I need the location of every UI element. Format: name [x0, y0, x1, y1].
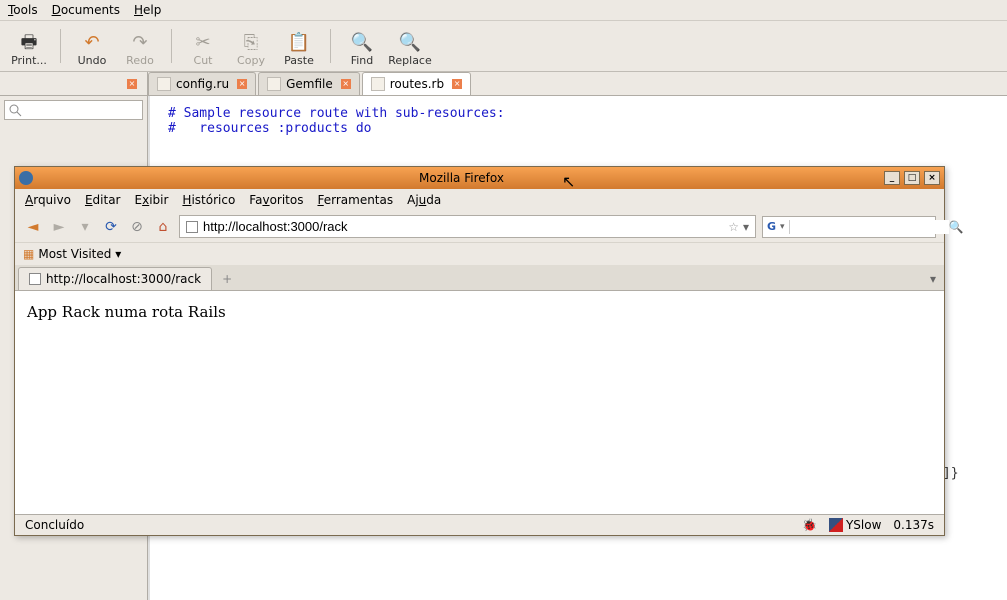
- file-icon: [267, 77, 281, 91]
- tab-gemfile[interactable]: Gemfile ×: [258, 72, 360, 95]
- file-tabs: config.ru × Gemfile × routes.rb ×: [148, 72, 1007, 96]
- find-icon: 🔍: [351, 34, 373, 52]
- bookmark-star-icon[interactable]: ☆: [728, 220, 739, 234]
- file-icon: [157, 77, 171, 91]
- firefox-icon: [19, 171, 33, 185]
- tabs-dropdown-icon[interactable]: ▾: [930, 272, 936, 286]
- paste-button[interactable]: 📋 Paste: [276, 25, 322, 67]
- menu-help[interactable]: Help: [134, 3, 161, 17]
- page-content: App Rack numa rota Rails: [15, 291, 944, 514]
- editor-toolbar: 🖶 Print... ↶ Undo ↷ Redo ✂ Cut ⎘ Copy 📋 …: [0, 21, 1007, 72]
- search-input[interactable]: [789, 220, 949, 234]
- url-bar[interactable]: ☆ ▾: [179, 215, 756, 238]
- close-button[interactable]: ×: [924, 171, 940, 185]
- maximize-button[interactable]: □: [904, 171, 920, 185]
- page-icon: [29, 273, 41, 285]
- replace-button[interactable]: 🔍 Replace: [387, 25, 433, 67]
- editor-menubar: Tools Documents Help: [0, 0, 1007, 21]
- menu-ferramentas[interactable]: Ferramentas: [317, 193, 393, 207]
- firefox-toolbar: ◄ ► ▾ ⟳ ⊘ ⌂ ☆ ▾ G ▾ 🔍: [15, 211, 944, 242]
- firefox-statusbar: Concluído 🐞 YSlow 0.137s: [15, 514, 944, 536]
- sidebar-search-input[interactable]: [4, 100, 143, 120]
- close-icon[interactable]: ×: [341, 79, 351, 89]
- close-icon[interactable]: ×: [237, 79, 247, 89]
- undo-button[interactable]: ↶ Undo: [69, 25, 115, 67]
- tab-routes[interactable]: routes.rb ×: [362, 72, 471, 95]
- google-icon[interactable]: G: [767, 220, 776, 233]
- page-text: App Rack numa rota Rails: [27, 303, 226, 321]
- print-button[interactable]: 🖶 Print...: [6, 25, 52, 67]
- menu-documents[interactable]: Documents: [52, 3, 120, 17]
- firefox-menubar: Arquivo Editar Exibir Histórico Favorito…: [15, 189, 944, 211]
- firefox-tabs: http://localhost:3000/rack + ▾: [15, 265, 944, 291]
- browser-tab[interactable]: http://localhost:3000/rack: [18, 267, 212, 290]
- copy-button: ⎘ Copy: [228, 25, 274, 67]
- firefox-titlebar[interactable]: Mozilla Firefox _ □ ×: [15, 167, 944, 189]
- menu-exibir[interactable]: Exibir: [135, 193, 169, 207]
- most-visited-button[interactable]: Most Visited ▾: [38, 247, 121, 261]
- search-dropdown-icon[interactable]: ▾: [780, 222, 785, 232]
- menu-editar[interactable]: Editar: [85, 193, 121, 207]
- find-button[interactable]: 🔍 Find: [339, 25, 385, 67]
- menu-tools[interactable]: Tools: [8, 3, 38, 17]
- firefox-window: Mozilla Firefox _ □ × Arquivo Editar Exi…: [14, 166, 945, 536]
- redo-button: ↷ Redo: [117, 25, 163, 67]
- yslow-button[interactable]: YSlow: [829, 518, 881, 533]
- forward-button: ►: [49, 217, 69, 237]
- url-dropdown-icon[interactable]: ▾: [743, 220, 749, 234]
- stop-button: ⊘: [127, 217, 147, 237]
- replace-icon: 🔍: [399, 34, 421, 52]
- bookmarks-toolbar: ▦ Most Visited ▾: [15, 242, 944, 265]
- back-button[interactable]: ◄: [23, 217, 43, 237]
- nav-dropdown[interactable]: ▾: [75, 217, 95, 237]
- sidebar-close-icon[interactable]: ×: [127, 79, 137, 89]
- home-button[interactable]: ⌂: [153, 217, 173, 237]
- search-bar[interactable]: G ▾ 🔍: [762, 216, 936, 238]
- new-tab-button[interactable]: +: [212, 268, 242, 290]
- page-identity-icon[interactable]: [186, 221, 198, 233]
- firebug-icon[interactable]: 🐞: [802, 518, 817, 532]
- close-icon[interactable]: ×: [452, 79, 462, 89]
- copy-icon: ⎘: [244, 34, 258, 52]
- cut-button: ✂ Cut: [180, 25, 226, 67]
- menu-favoritos[interactable]: Favoritos: [249, 193, 303, 207]
- print-icon: 🖶: [21, 34, 38, 52]
- undo-icon: ↶: [84, 34, 99, 52]
- menu-historico[interactable]: Histórico: [182, 193, 235, 207]
- window-title: Mozilla Firefox: [39, 171, 884, 185]
- menu-ajuda[interactable]: Ajuda: [407, 193, 441, 207]
- redo-icon: ↷: [132, 34, 147, 52]
- cut-icon: ✂: [195, 34, 210, 52]
- search-submit-icon[interactable]: 🔍: [949, 220, 964, 234]
- minimize-button[interactable]: _: [884, 171, 900, 185]
- most-visited-icon: ▦: [23, 247, 34, 261]
- status-text: Concluído: [25, 518, 790, 532]
- reload-button[interactable]: ⟳: [101, 217, 121, 237]
- menu-arquivo[interactable]: Arquivo: [25, 193, 71, 207]
- tab-config[interactable]: config.ru ×: [148, 72, 256, 95]
- file-icon: [371, 77, 385, 91]
- load-time: 0.137s: [893, 518, 934, 532]
- paste-icon: 📋: [288, 34, 310, 52]
- url-input[interactable]: [203, 219, 724, 234]
